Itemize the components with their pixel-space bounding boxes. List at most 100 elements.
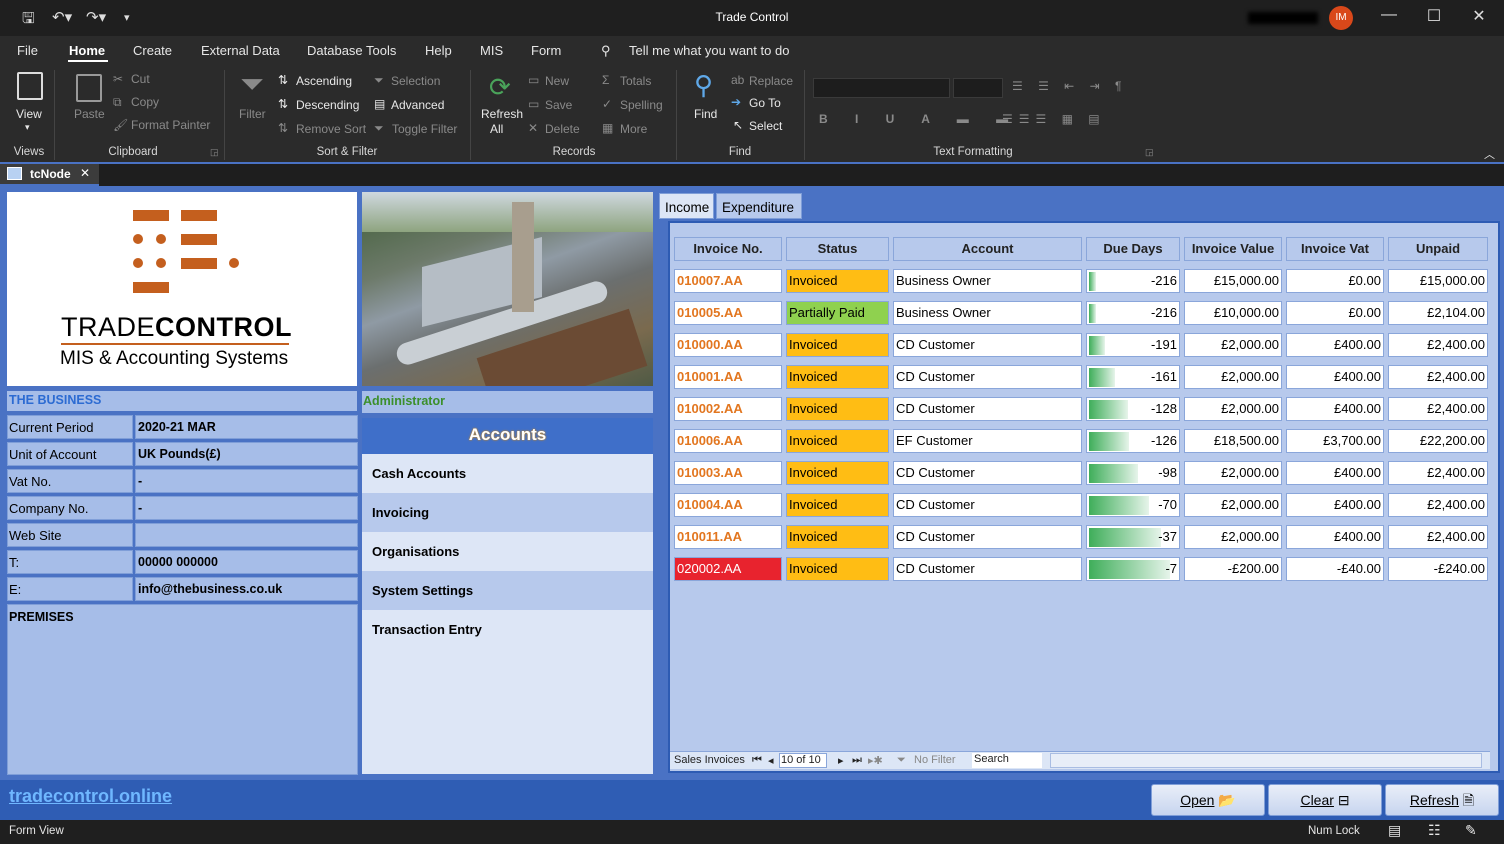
due-days-cell[interactable]: -191 bbox=[1086, 333, 1180, 357]
collapse-ribbon-icon[interactable]: ︿ bbox=[1484, 146, 1495, 162]
nav-transaction-entry[interactable]: Transaction Entry bbox=[362, 610, 653, 649]
next-record-icon[interactable]: ▸ bbox=[838, 754, 844, 767]
view-button[interactable]: View bbox=[16, 107, 42, 121]
invoice-no-cell[interactable]: 010005.AA bbox=[674, 301, 782, 325]
account-cell[interactable]: Business Owner bbox=[893, 301, 1082, 325]
invoice-vat-cell[interactable]: £400.00 bbox=[1286, 525, 1384, 549]
due-days-cell[interactable]: -161 bbox=[1086, 365, 1180, 389]
menu-home[interactable]: Home bbox=[69, 43, 105, 58]
due-days-cell[interactable]: -126 bbox=[1086, 429, 1180, 453]
company-no-value[interactable]: - bbox=[135, 496, 358, 520]
tab-income[interactable]: Income bbox=[659, 193, 714, 219]
unit-of-account-value[interactable]: UK Pounds(£) bbox=[135, 442, 358, 466]
horizontal-scrollbar[interactable] bbox=[1050, 753, 1482, 768]
menu-help[interactable]: Help bbox=[425, 43, 452, 58]
due-days-cell[interactable]: -70 bbox=[1086, 493, 1180, 517]
invoice-vat-cell[interactable]: £3,700.00 bbox=[1286, 429, 1384, 453]
due-days-cell[interactable]: -216 bbox=[1086, 301, 1180, 325]
clear-button[interactable]: Clear ⊟ bbox=[1268, 784, 1382, 816]
menu-file[interactable]: File bbox=[17, 43, 38, 58]
status-cell[interactable]: Invoiced bbox=[786, 525, 889, 549]
invoice-value-cell[interactable]: £2,000.00 bbox=[1184, 493, 1282, 517]
copy-button[interactable]: Copy bbox=[131, 95, 159, 109]
no-filter-button[interactable]: No Filter bbox=[914, 754, 956, 766]
unpaid-cell[interactable]: £2,104.00 bbox=[1388, 301, 1488, 325]
invoice-vat-cell[interactable]: £400.00 bbox=[1286, 397, 1384, 421]
due-days-cell[interactable]: -216 bbox=[1086, 269, 1180, 293]
advanced-button[interactable]: Advanced bbox=[391, 98, 444, 112]
invoice-vat-cell[interactable]: £0.00 bbox=[1286, 269, 1384, 293]
spelling-button[interactable]: Spelling bbox=[620, 98, 663, 112]
totals-button[interactable]: Totals bbox=[620, 74, 651, 88]
menu-database-tools[interactable]: Database Tools bbox=[307, 43, 396, 58]
invoice-vat-cell[interactable]: £0.00 bbox=[1286, 301, 1384, 325]
nav-invoicing[interactable]: Invoicing bbox=[362, 493, 653, 532]
status-cell[interactable]: Invoiced bbox=[786, 557, 889, 581]
maximize-icon[interactable]: ☐ bbox=[1411, 6, 1457, 26]
refresh-icon[interactable]: ⟳ bbox=[489, 72, 511, 103]
ascending-button[interactable]: Ascending bbox=[296, 74, 352, 88]
find-button[interactable]: Find bbox=[694, 107, 717, 121]
refresh-all-button[interactable]: Refresh bbox=[481, 107, 523, 121]
paste-button[interactable]: Paste bbox=[74, 107, 105, 121]
invoice-value-cell[interactable]: £15,000.00 bbox=[1184, 269, 1282, 293]
invoice-value-cell[interactable]: £2,000.00 bbox=[1184, 461, 1282, 485]
last-record-icon[interactable]: ⏭ bbox=[852, 754, 862, 767]
unpaid-cell[interactable]: £15,000.00 bbox=[1388, 269, 1488, 293]
format-painter-button[interactable]: Format Painter bbox=[131, 118, 210, 132]
alignment-icons[interactable]: ☰☰☰ ▦ ▤ bbox=[1002, 112, 1106, 126]
column-header-no[interactable]: Invoice No. bbox=[674, 237, 782, 261]
due-days-cell[interactable]: -128 bbox=[1086, 397, 1180, 421]
account-cell[interactable]: CD Customer bbox=[893, 333, 1082, 357]
view-icon[interactable] bbox=[17, 72, 43, 100]
datasheet-view-icon[interactable]: ☷ bbox=[1428, 822, 1441, 839]
status-cell[interactable]: Partially Paid bbox=[786, 301, 889, 325]
invoice-no-cell[interactable]: 010002.AA bbox=[674, 397, 782, 421]
previous-record-icon[interactable]: ◂ bbox=[768, 754, 774, 767]
account-cell[interactable]: Business Owner bbox=[893, 269, 1082, 293]
toggle-filter-button[interactable]: Toggle Filter bbox=[392, 122, 457, 136]
replace-button[interactable]: Replace bbox=[749, 74, 793, 88]
account-cell[interactable]: CD Customer bbox=[893, 365, 1082, 389]
invoice-no-cell[interactable]: 010000.AA bbox=[674, 333, 782, 357]
column-header-due[interactable]: Due Days bbox=[1086, 237, 1180, 261]
menu-create[interactable]: Create bbox=[133, 43, 172, 58]
design-view-icon[interactable]: ✎ bbox=[1465, 822, 1477, 839]
close-tab-icon[interactable]: ✕ bbox=[80, 166, 90, 180]
lightbulb-search-icon[interactable]: ⚲ bbox=[601, 43, 611, 59]
dialog-launcher-icon[interactable]: ◲ bbox=[1145, 147, 1154, 158]
status-cell[interactable]: Invoiced bbox=[786, 269, 889, 293]
unpaid-cell[interactable]: £2,400.00 bbox=[1388, 333, 1488, 357]
invoice-vat-cell[interactable]: £400.00 bbox=[1286, 365, 1384, 389]
status-cell[interactable]: Invoiced bbox=[786, 429, 889, 453]
more-button[interactable]: More bbox=[620, 122, 647, 136]
account-cell[interactable]: CD Customer bbox=[893, 461, 1082, 485]
text-style-icons[interactable]: B I U A ▬ ▬ bbox=[819, 112, 1020, 126]
avatar[interactable]: IM bbox=[1329, 6, 1353, 30]
delete-button[interactable]: Delete bbox=[545, 122, 580, 136]
menu-mis[interactable]: MIS bbox=[480, 43, 503, 58]
status-cell[interactable]: Invoiced bbox=[786, 397, 889, 421]
column-header-account[interactable]: Account bbox=[893, 237, 1082, 261]
descending-button[interactable]: Descending bbox=[296, 98, 359, 112]
unpaid-cell[interactable]: £2,400.00 bbox=[1388, 365, 1488, 389]
website-link[interactable]: tradecontrol.online bbox=[9, 786, 172, 807]
nav-system-settings[interactable]: System Settings bbox=[362, 571, 653, 610]
tab-tcnode[interactable]: tcNode ✕ bbox=[0, 164, 99, 186]
cut-button[interactable]: Cut bbox=[131, 72, 150, 86]
filter-icon[interactable]: ⏷ bbox=[240, 68, 264, 102]
current-record-field[interactable]: 10 of 10 bbox=[779, 753, 827, 768]
due-days-cell[interactable]: -98 bbox=[1086, 461, 1180, 485]
save-button[interactable]: Save bbox=[545, 98, 572, 112]
nav-cash-accounts[interactable]: Cash Accounts bbox=[362, 454, 653, 493]
search-input[interactable]: Search bbox=[972, 753, 1042, 768]
selection-button[interactable]: Selection bbox=[391, 74, 440, 88]
invoice-no-cell[interactable]: 010011.AA bbox=[674, 525, 782, 549]
open-button[interactable]: Open 📂 bbox=[1151, 784, 1265, 816]
invoice-value-cell[interactable]: £2,000.00 bbox=[1184, 397, 1282, 421]
column-header-vat[interactable]: Invoice Vat bbox=[1286, 237, 1384, 261]
status-cell[interactable]: Invoiced bbox=[786, 365, 889, 389]
invoice-no-cell[interactable]: 010004.AA bbox=[674, 493, 782, 517]
unpaid-cell[interactable]: -£240.00 bbox=[1388, 557, 1488, 581]
invoice-value-cell[interactable]: £2,000.00 bbox=[1184, 333, 1282, 357]
